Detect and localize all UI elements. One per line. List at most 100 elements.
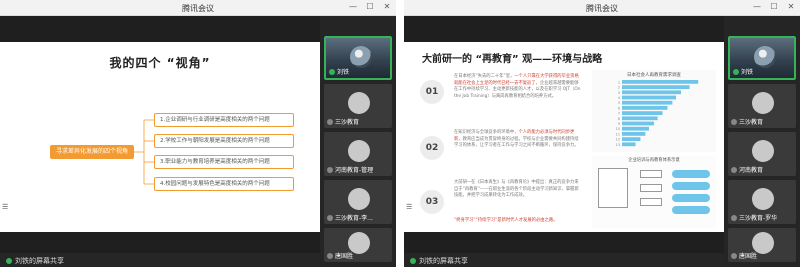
flow-diagram: 企业培训与再教育体系示意 [592,156,716,228]
chart-category-label: 9 [618,122,620,126]
participant-tile[interactable]: 三沙教育-李... [324,180,392,224]
diagram-pill [672,194,710,202]
diagram-pill [672,170,710,178]
diagram-box [598,168,628,208]
shared-slide: 我的四个 “视角” 寻求差异化发展的四个视角 1.企业调研与行业调研是高度相关的… [0,42,320,232]
section-text: 大前研一在《日本再生》与《再教育论》中提出：真正的竞争力来自于“再教育”——在职… [454,180,579,199]
mic-off-icon [731,166,737,173]
avatar [348,188,370,210]
participant-tile[interactable]: 河南教育-管理 [324,132,392,176]
topic-item-3: 3.职业能力与教育培养是高度相关的两个问题 [154,155,294,169]
minimize-icon[interactable]: — [348,2,358,12]
chart-category-label: 6 [618,106,620,110]
mic-icon [410,258,416,264]
avatar [754,46,776,68]
bar-chart: 日本社会人再教育需求调查 1 2 3 4 5 6 7 8 9 10 11 12 13 [592,70,716,152]
participant-name: 刘铁 [337,69,350,76]
participant-tile[interactable]: 刘铁 [728,36,796,80]
participant-tile[interactable]: 河南教育 [728,132,796,176]
participant-list: 刘铁 三沙教育 河南教育 三沙教育-罗华 唐国胜 [724,16,800,267]
participant-tile[interactable]: 三沙教育-罗华 [728,180,796,224]
section-number: 02 [420,136,444,160]
avatar [348,92,370,114]
close-icon[interactable]: ✕ [786,2,796,12]
title-bar: 腾讯会议 — ☐ ✕ [404,0,800,16]
maximize-icon[interactable]: ☐ [769,2,779,12]
slide-title: 大前研一的 “再教育” 观——环境与战略 [422,54,603,65]
avatar [752,140,774,162]
minimize-icon[interactable]: — [752,2,762,12]
share-status-bar: 刘铁的屏幕共享 [0,253,320,267]
meeting-window-right: 腾讯会议 — ☐ ✕ 大前研一的 “再教育” 观——环境与战略 01 在日本经济… [404,0,800,267]
chart-category-label: 4 [618,96,620,100]
participant-name: 三沙教育-李... [335,215,373,222]
avatar [752,188,774,210]
diagram-pill [672,182,710,190]
close-icon[interactable]: ✕ [382,2,392,12]
avatar [350,46,372,68]
chart-bar [622,126,650,131]
center-topic-box: 寻求差异化发展的四个视角 [50,145,134,159]
participant-name: 唐国胜 [335,253,354,260]
participant-name: 刘铁 [741,69,754,76]
avatar [348,140,370,162]
chart-svg: 12345678910111213 [616,80,699,147]
participant-tile[interactable]: 唐国胜 [728,228,796,262]
chart-bar [622,80,699,84]
share-label: 刘铁的屏幕共享 [15,257,64,265]
section-number: 03 [420,190,444,214]
section-highlight-line: “终身学习”“持续学习”是新时代人才发展的必由之路。 [454,218,558,223]
chart-bar [622,137,641,141]
menu-icon[interactable]: ☰ [406,203,416,211]
chart-bar [622,95,677,100]
mic-off-icon [327,252,333,259]
screen-share-area: 大前研一的 “再教育” 观——环境与战略 01 在日本经济“失去的二十年”里，一… [404,16,724,267]
diagram-pill [672,206,710,214]
participant-list: 刘铁 三沙教育 河南教育-管理 三沙教育-李... 唐国胜 [320,16,396,267]
topic-item-2: 2.学校工作与朝阳发展是高度相关的两个问题 [154,134,294,148]
diagram-title: 企业培训与再教育体系示意 [628,158,680,163]
participant-name: 三沙教育-罗华 [739,215,778,222]
meeting-window-left: 腾讯会议 — ☐ ✕ 我的四个 “视角” 寻求差异化发展的四个视角 1.企业调研… [0,0,396,267]
chart-category-label: 5 [618,101,620,105]
section-text: 在知识经济与全球竞争的环境中，个人的能力必须与时代同步更新，教育应当成为贯穿终身… [454,130,579,149]
participant-tile[interactable]: 三沙教育 [324,84,392,128]
avatar [752,92,774,114]
participant-name: 河南教育-管理 [335,167,374,174]
menu-icon[interactable]: ☰ [2,203,12,211]
mic-off-icon [327,166,333,173]
participant-name: 河南教育 [739,167,764,174]
mic-off-icon [731,214,737,221]
mic-icon [6,258,12,264]
chart-bar [622,106,668,110]
mic-off-icon [327,118,333,125]
chart-bar [622,100,673,105]
topic-item-4: 4.校园问题与发展特色是高度相关的两个问题 [154,177,294,191]
chart-title: 日本社会人再教育需求调查 [627,73,681,78]
chart-category-label: 1 [618,80,620,84]
chart-category-label: 7 [618,112,620,116]
shared-slide: 大前研一的 “再教育” 观——环境与战略 01 在日本经济“失去的二十年”里，一… [404,42,724,232]
participant-tile[interactable]: 刘铁 [324,36,392,80]
participant-name: 三沙教育 [335,119,360,126]
chart-bar [622,111,663,115]
chart-category-label: 11 [616,132,620,136]
mic-icon [329,68,335,75]
participant-tile[interactable]: 三沙教育 [728,84,796,128]
participant-tile[interactable]: 唐国胜 [324,228,392,262]
mic-off-icon [327,214,333,221]
mic-off-icon [731,118,737,125]
chart-bar [622,132,646,136]
diagram-box [640,184,662,192]
chart-bar [622,85,690,89]
chart-category-label: 13 [616,143,620,147]
maximize-icon[interactable]: ☐ [365,2,375,12]
diagram-box [640,170,662,178]
section-number: 01 [420,80,444,104]
chart-category-label: 3 [618,91,620,95]
diagram-box [640,198,662,206]
participant-name: 三沙教育 [739,119,764,126]
chart-bar [622,142,636,147]
mic-off-icon [731,252,737,259]
chart-bar [622,90,681,95]
